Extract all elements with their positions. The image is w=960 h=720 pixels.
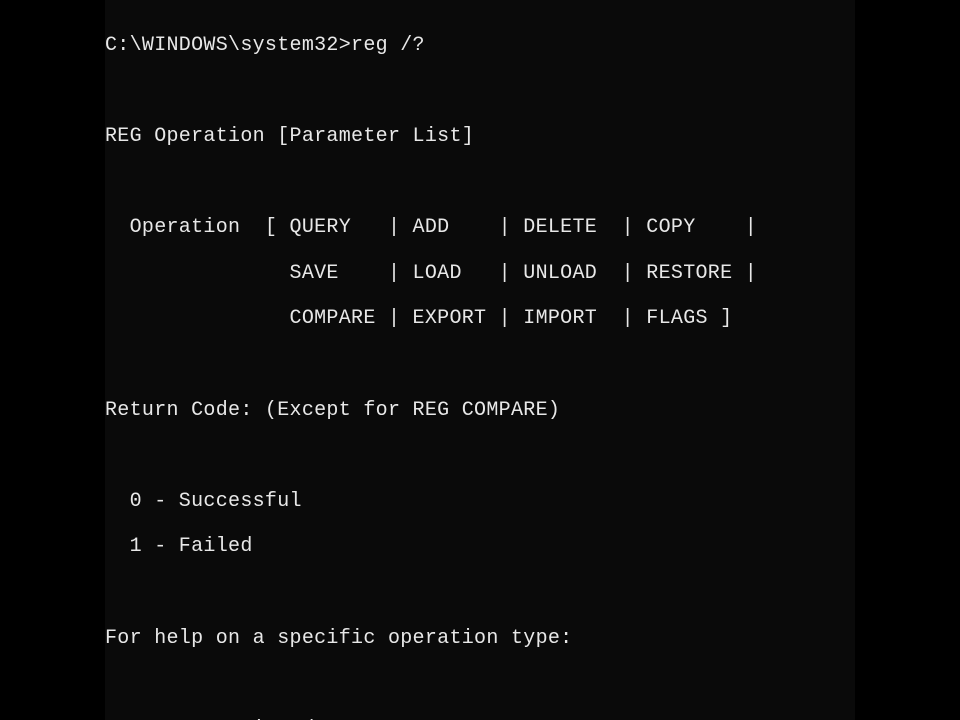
blank-line — [105, 673, 855, 696]
terminal-window[interactable]: C:\WINDOWS\system32>reg /? REG Operation… — [105, 0, 855, 720]
operations-row: COMPARE | EXPORT | IMPORT | FLAGS ] — [105, 308, 855, 331]
command-prompt-line: C:\WINDOWS\system32>reg /? — [105, 35, 855, 58]
return-code-item: 0 - Successful — [105, 491, 855, 514]
return-code-item: 1 - Failed — [105, 536, 855, 559]
blank-line — [105, 172, 855, 195]
help-header: For help on a specific operation type: — [105, 628, 855, 651]
return-code-header: Return Code: (Except for REG COMPARE) — [105, 400, 855, 423]
blank-line — [105, 80, 855, 103]
operations-row: SAVE | LOAD | UNLOAD | RESTORE | — [105, 263, 855, 286]
syntax-line: REG Operation [Parameter List] — [105, 126, 855, 149]
blank-line — [105, 582, 855, 605]
operations-row: Operation [ QUERY | ADD | DELETE | COPY … — [105, 217, 855, 240]
blank-line — [105, 445, 855, 468]
blank-line — [105, 354, 855, 377]
